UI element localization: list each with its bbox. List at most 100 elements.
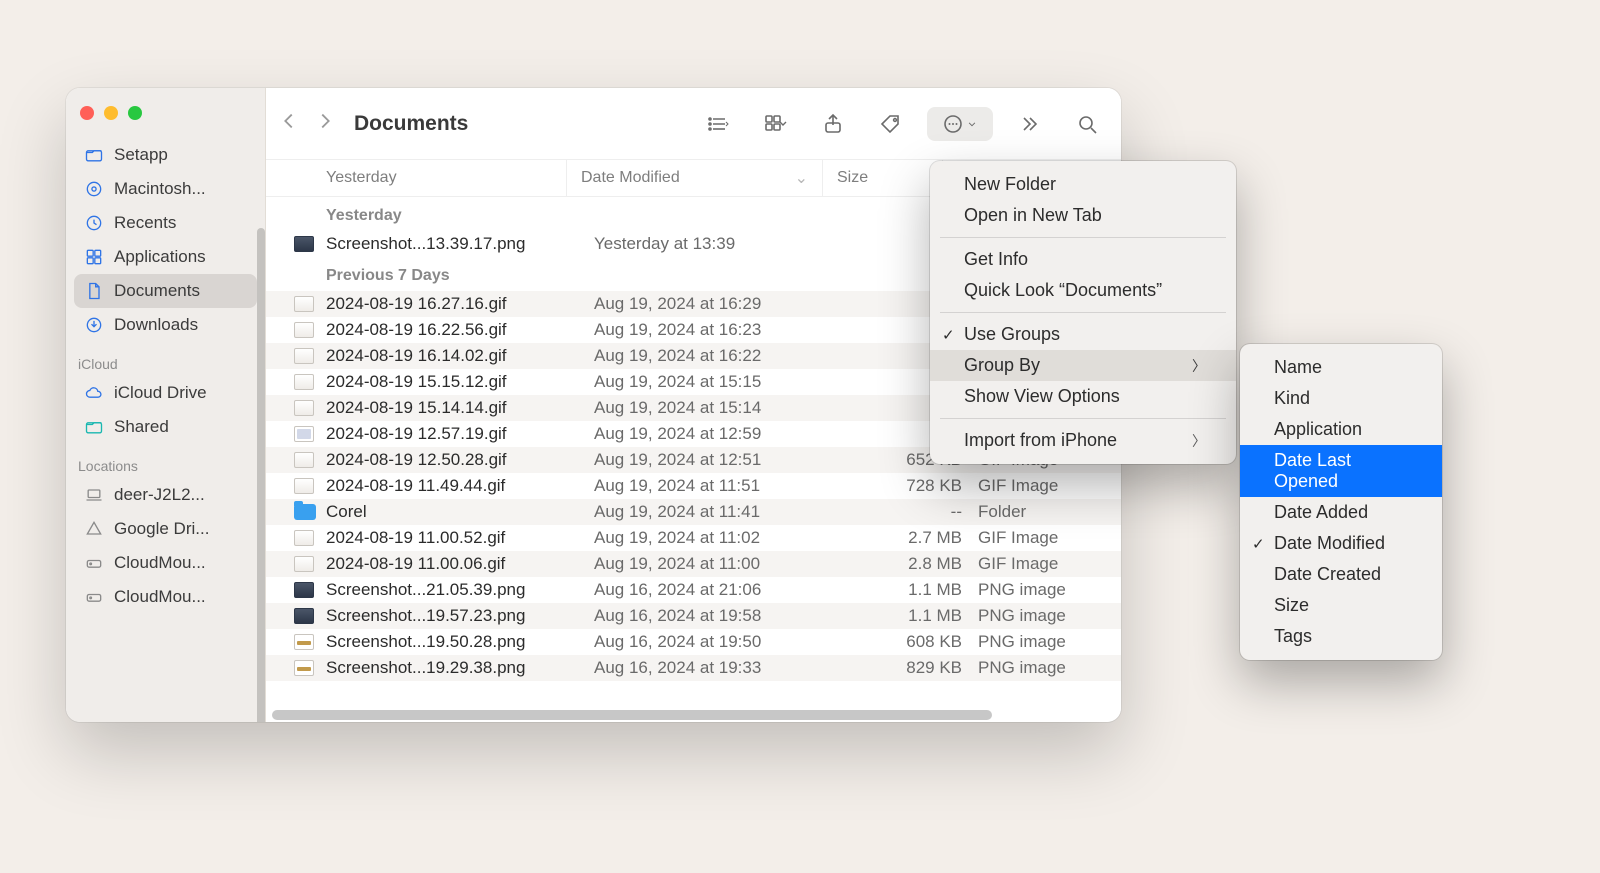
file-name: Screenshot...19.29.38.png <box>326 658 594 678</box>
disk-icon <box>84 179 104 199</box>
sidebar-item-icloud-0[interactable]: iCloud Drive <box>74 376 257 410</box>
forward-button[interactable] <box>314 110 336 137</box>
sidebar-item-label: Downloads <box>114 315 198 335</box>
close-window-button[interactable] <box>80 106 94 120</box>
submenu-item[interactable]: Date Created <box>1240 559 1442 590</box>
menu-item[interactable]: Get Info <box>930 244 1236 275</box>
horizontal-scrollbar[interactable] <box>266 708 1121 722</box>
view-list-button[interactable] <box>695 107 739 141</box>
file-name: 2024-08-19 12.50.28.gif <box>326 450 594 470</box>
file-kind: PNG image <box>970 658 1107 678</box>
file-icon <box>294 660 314 676</box>
submenu-item[interactable]: Name <box>1240 352 1442 383</box>
file-row[interactable]: 2024-08-19 11.49.44.gifAug 19, 2024 at 1… <box>266 473 1121 499</box>
sidebar-item-fav-5[interactable]: Downloads <box>74 308 257 342</box>
file-icon <box>294 452 314 468</box>
file-name: 2024-08-19 15.14.14.gif <box>326 398 594 418</box>
submenu-item[interactable]: Date Last Opened <box>1240 445 1442 497</box>
menu-item[interactable]: Quick Look “Documents” <box>930 275 1236 306</box>
menu-separator <box>940 237 1226 238</box>
file-date: Aug 16, 2024 at 19:50 <box>594 632 850 652</box>
back-button[interactable] <box>278 110 300 137</box>
file-kind: Folder <box>970 502 1107 522</box>
menu-item[interactable]: Import from iPhone〉 <box>930 425 1236 456</box>
file-date: Aug 19, 2024 at 15:15 <box>594 372 850 392</box>
submenu-item[interactable]: Date Modified <box>1240 528 1442 559</box>
shared-icon <box>84 417 104 437</box>
submenu-item[interactable]: Tags <box>1240 621 1442 652</box>
menu-item[interactable]: Show View Options <box>930 381 1236 412</box>
sidebar-item-loc-2[interactable]: CloudMou... <box>74 546 257 580</box>
submenu-item[interactable]: Date Added <box>1240 497 1442 528</box>
minimize-window-button[interactable] <box>104 106 118 120</box>
menu-item[interactable]: Group By〉 <box>930 350 1236 381</box>
sidebar-item-fav-1[interactable]: Macintosh... <box>74 172 257 206</box>
sidebar-item-label: Google Dri... <box>114 519 209 539</box>
file-row[interactable]: Screenshot...19.29.38.pngAug 16, 2024 at… <box>266 655 1121 681</box>
file-row[interactable]: Screenshot...21.05.39.pngAug 16, 2024 at… <box>266 577 1121 603</box>
search-button[interactable] <box>1065 107 1109 141</box>
menu-item[interactable]: New Folder <box>930 169 1236 200</box>
file-row[interactable]: Screenshot...19.50.28.pngAug 16, 2024 at… <box>266 629 1121 655</box>
column-size[interactable]: Size <box>822 160 942 196</box>
file-icon <box>294 634 314 650</box>
file-size: 608 KB <box>850 632 970 652</box>
menu-item-label: Quick Look “Documents” <box>964 280 1162 301</box>
sidebar-item-loc-0[interactable]: deer-J2L2... <box>74 478 257 512</box>
file-name: Screenshot...19.57.23.png <box>326 606 594 626</box>
sidebar-item-loc-3[interactable]: CloudMou... <box>74 580 257 614</box>
file-size: 2.8 MB <box>850 554 970 574</box>
toolbar: Documents <box>266 88 1121 160</box>
zoom-window-button[interactable] <box>128 106 142 120</box>
sidebar-item-fav-4[interactable]: Documents <box>74 274 257 308</box>
file-kind: PNG image <box>970 580 1107 600</box>
drive-icon <box>84 587 104 607</box>
file-icon <box>294 478 314 494</box>
cloud-icon <box>84 383 104 403</box>
window-title: Documents <box>354 112 685 136</box>
column-date-modified[interactable]: Date Modified⌄ <box>566 160 822 196</box>
tags-button[interactable] <box>869 107 913 141</box>
sidebar-item-fav-0[interactable]: Setapp <box>74 138 257 172</box>
menu-item-label: Show View Options <box>964 386 1120 407</box>
file-icon <box>294 530 314 546</box>
file-icon <box>294 322 314 338</box>
sidebar-scrollbar[interactable] <box>257 228 265 722</box>
menu-item[interactable]: Open in New Tab <box>930 200 1236 231</box>
menu-item-label: Open in New Tab <box>964 205 1102 226</box>
file-row[interactable]: Screenshot...19.57.23.pngAug 16, 2024 at… <box>266 603 1121 629</box>
submenu-item[interactable]: Kind <box>1240 383 1442 414</box>
file-row[interactable]: CorelAug 19, 2024 at 11:41--Folder <box>266 499 1121 525</box>
file-kind: PNG image <box>970 632 1107 652</box>
menu-item-label: Use Groups <box>964 324 1060 345</box>
file-date: Aug 19, 2024 at 12:51 <box>594 450 850 470</box>
file-name: 2024-08-19 16.22.56.gif <box>326 320 594 340</box>
sidebar-item-icloud-1[interactable]: Shared <box>74 410 257 444</box>
file-name: Corel <box>326 502 594 522</box>
sidebar-item-fav-2[interactable]: Recents <box>74 206 257 240</box>
submenu-item[interactable]: Application <box>1240 414 1442 445</box>
more-actions-button[interactable] <box>927 107 993 141</box>
group-button[interactable] <box>753 107 797 141</box>
file-icon <box>294 608 314 624</box>
overflow-button[interactable] <box>1007 107 1051 141</box>
submenu-item[interactable]: Size <box>1240 590 1442 621</box>
submenu-item-label: Application <box>1274 419 1362 440</box>
menu-item-label: Get Info <box>964 249 1028 270</box>
doc-icon <box>84 281 104 301</box>
menu-item[interactable]: Use Groups <box>930 319 1236 350</box>
column-name[interactable]: Yesterday <box>266 160 566 196</box>
file-icon <box>294 426 314 442</box>
menu-item-label: Import from iPhone <box>964 430 1117 451</box>
file-size: 728 KB <box>850 476 970 496</box>
file-icon <box>294 374 314 390</box>
share-button[interactable] <box>811 107 855 141</box>
file-row[interactable]: 2024-08-19 11.00.06.gifAug 19, 2024 at 1… <box>266 551 1121 577</box>
sidebar-item-fav-3[interactable]: Applications <box>74 240 257 274</box>
file-name: 2024-08-19 15.15.12.gif <box>326 372 594 392</box>
file-kind: PNG image <box>970 606 1107 626</box>
file-date: Aug 19, 2024 at 11:41 <box>594 502 850 522</box>
sidebar-item-loc-1[interactable]: Google Dri... <box>74 512 257 546</box>
file-date: Aug 19, 2024 at 16:22 <box>594 346 850 366</box>
file-row[interactable]: 2024-08-19 11.00.52.gifAug 19, 2024 at 1… <box>266 525 1121 551</box>
